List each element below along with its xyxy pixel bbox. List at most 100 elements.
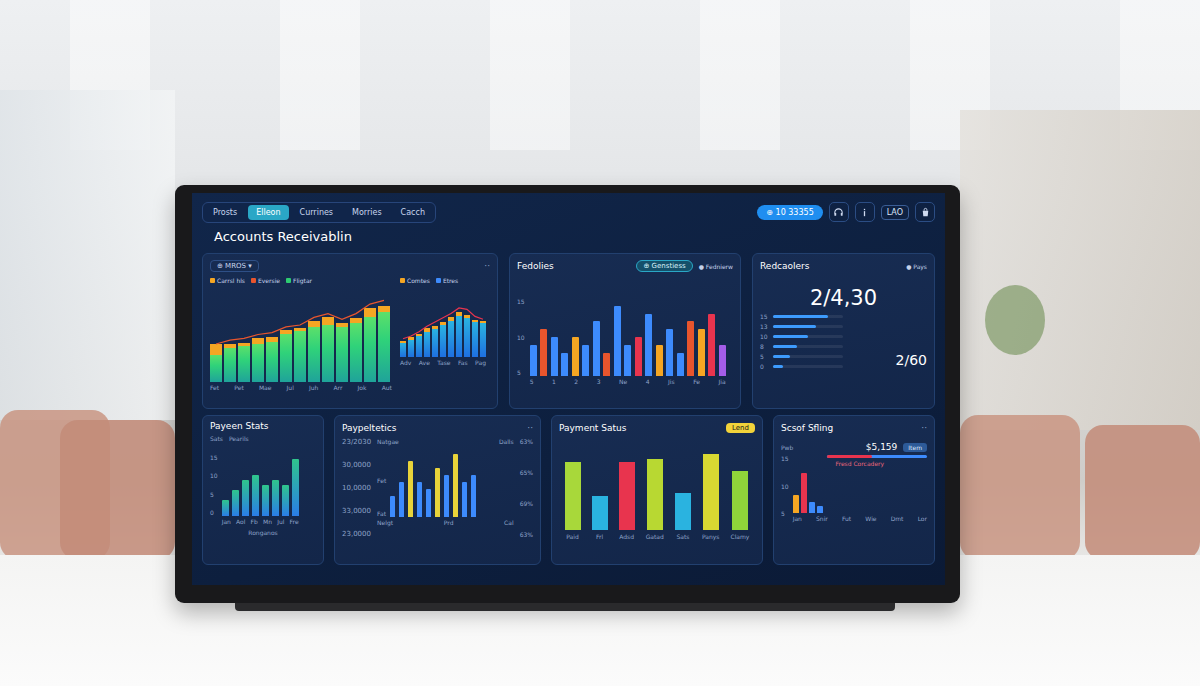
status-column: Paid <box>565 462 581 540</box>
bar-base <box>224 348 236 382</box>
panel-header: Redcaolers● Pays <box>760 259 927 273</box>
panel-menu[interactable]: ·· <box>527 423 533 433</box>
status-label: Frl <box>596 533 603 540</box>
receivable-row: 13 <box>760 323 843 330</box>
level-track <box>773 355 843 358</box>
chart-bar <box>242 480 249 516</box>
x-axis-label: Jul <box>277 518 284 526</box>
chart-bar <box>262 485 269 516</box>
stacked-bar <box>424 328 430 357</box>
panel-title: Payeen Stats <box>210 421 316 431</box>
metrics-plot: NatgaeDallsFetFatNelgtPrdCal <box>377 438 514 538</box>
chart-bar <box>624 345 631 376</box>
bar-base <box>424 332 430 357</box>
nav-tab[interactable]: Elleon <box>248 205 288 220</box>
x-axis-labels: JanSnirFutWieDmtLor <box>793 515 927 523</box>
trend-line <box>210 287 390 382</box>
bar-base <box>252 344 264 382</box>
x-axis-label: Nelgt <box>377 519 393 527</box>
payment-status-panel: Payment SatusLendPaidFrlAdsdGatadSatsPan… <box>551 415 763 565</box>
panel-menu[interactable]: ·· <box>484 261 490 271</box>
period-dropdown[interactable]: ⊕ MROS ▾ <box>210 260 259 272</box>
x-axis-label: Fre <box>290 518 299 526</box>
nav-tab[interactable]: Currines <box>292 205 341 220</box>
metrics-percentages: 63%65%69%63% <box>520 438 533 538</box>
info-icon <box>859 207 870 218</box>
status-column: Panys <box>702 454 720 540</box>
stacked-bar <box>350 318 362 382</box>
status-column: Clamy <box>730 471 749 540</box>
level-fill <box>773 315 828 318</box>
filter-pill[interactable]: ⊕ Genstiess <box>636 260 692 272</box>
bar-base <box>378 312 390 382</box>
level-fill <box>773 345 797 348</box>
y-axis-tick: 10,0000 <box>342 484 371 492</box>
info-button[interactable] <box>855 202 875 222</box>
bar-base <box>456 316 462 357</box>
x-axis-labels: FetPetMaeJulJuhArrJokAut <box>210 384 392 392</box>
bar-base <box>364 317 376 382</box>
y-axis-tick: 33,0000 <box>342 507 371 515</box>
x-axis-label: Fe <box>693 378 700 386</box>
legend-swatch <box>436 278 441 283</box>
percentage: 65% <box>520 469 533 476</box>
stacked-bar <box>448 317 454 357</box>
status-label: Sats <box>676 533 689 540</box>
stacked-bar <box>440 322 446 357</box>
nav-tab[interactable]: Morries <box>344 205 390 220</box>
status-bar <box>565 462 581 530</box>
chair <box>960 415 1080 560</box>
stacked-bar <box>294 328 306 382</box>
status-label: Panys <box>702 533 720 540</box>
chart-bar <box>635 337 642 376</box>
chart-bar <box>614 306 621 376</box>
nav-actions: ⊕ 10 33355 LAO <box>757 202 935 222</box>
x-axis-label: Juh <box>309 384 318 392</box>
nav-tab[interactable]: Prosts <box>205 205 245 220</box>
legend-item: Carrsl hls <box>210 277 245 284</box>
trend-line <box>400 287 486 357</box>
chart-legend: Carrsl hlsEversieFligtar <box>210 276 392 285</box>
total-value: 2/4,30 <box>810 286 877 310</box>
page-title: Accounts Receivablin <box>202 229 935 247</box>
x-axis-label: Pag <box>475 359 486 367</box>
status-label: Gatad <box>646 533 664 540</box>
panel-title: Payment Satus <box>559 423 626 433</box>
bag-button[interactable] <box>915 202 935 222</box>
status-column: Gatad <box>646 459 664 540</box>
account-badge[interactable]: LAO <box>881 205 909 220</box>
panel-header: Fedolies⊕ Genstiess● Fednierw <box>517 259 733 273</box>
panel-menu[interactable]: ·· <box>921 423 927 433</box>
payee-chart: 151050JanAolFbMnJulFre <box>210 454 316 526</box>
legend-label: Etres <box>443 277 458 284</box>
chart-bar <box>719 345 726 376</box>
x-axis-label: Snir <box>816 515 828 523</box>
nav-tab[interactable]: Cacch <box>393 205 433 220</box>
panel-header: Payment SatusLend <box>559 421 755 435</box>
stacked-bar <box>210 344 222 382</box>
status-bar <box>647 459 663 530</box>
legend-item: Comtes <box>400 277 430 284</box>
receivable-row: 10 <box>760 333 843 340</box>
support-button[interactable] <box>829 202 849 222</box>
x-axis-label: Ne <box>619 378 627 386</box>
panel-title: Paypeltetics <box>342 423 396 433</box>
x-axis-label: Dmt <box>891 515 904 523</box>
chart-bar <box>426 489 431 517</box>
x-axis-label: Jan <box>793 515 802 523</box>
bottom-row: Payeen StatsSatsPearils151050JanAolFbMnJ… <box>202 415 935 565</box>
bar-chart <box>793 469 927 513</box>
legend-label: ● Fednierw <box>699 263 733 270</box>
ceiling-lights <box>0 0 1200 150</box>
search-pill[interactable]: ⊕ 10 33355 <box>757 205 822 220</box>
fedolies-plot: 5123Ne4JisFeJia <box>530 298 726 386</box>
fedolies-chart: 151055123Ne4JisFeJia <box>517 298 733 386</box>
y-axis-tick: 0 <box>210 509 218 516</box>
legend-label: Sats <box>210 435 223 442</box>
bar-base <box>464 318 470 357</box>
x-axis-label: Pet <box>234 384 243 392</box>
office-window <box>0 90 175 420</box>
x-axis-label: Jia <box>718 378 725 386</box>
legend-swatch <box>286 278 291 283</box>
bar-cap <box>322 317 334 325</box>
